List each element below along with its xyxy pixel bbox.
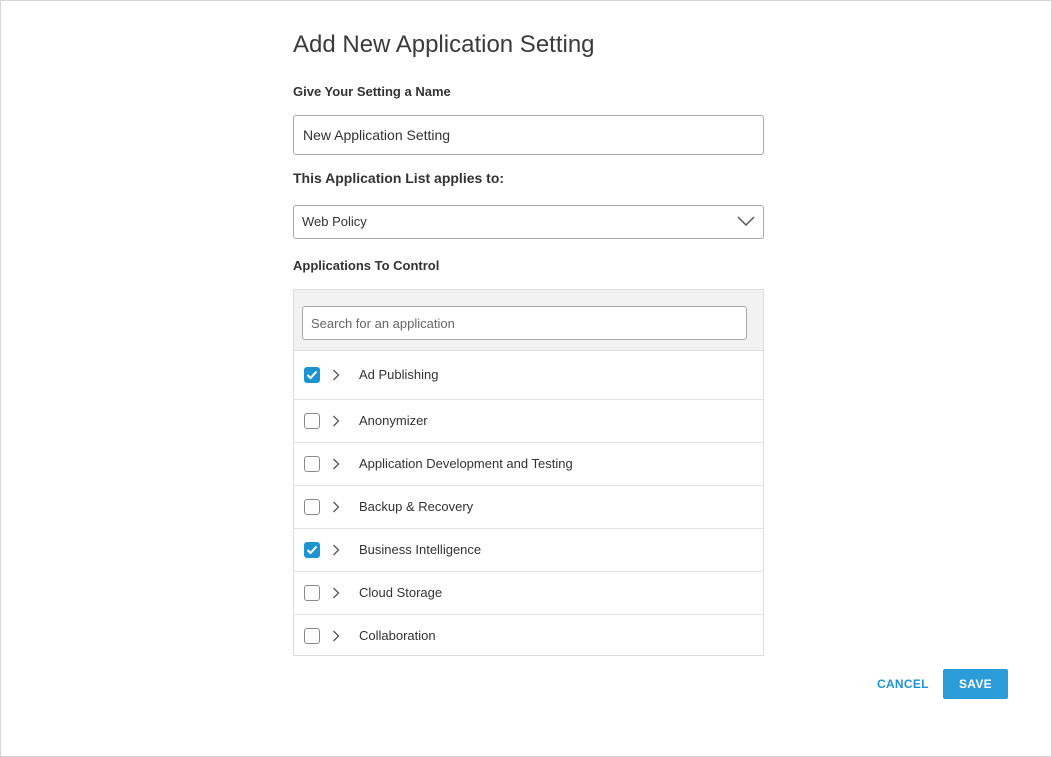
application-row[interactable]: Anonymizer	[294, 400, 763, 443]
application-checkbox[interactable]	[304, 456, 320, 472]
application-checkbox[interactable]	[304, 628, 320, 644]
application-label: Business Intelligence	[359, 542, 482, 557]
application-label: Cloud Storage	[359, 585, 443, 600]
applies-to-label: This Application List applies to:	[293, 170, 505, 186]
applies-to-value: Web Policy	[302, 214, 367, 229]
chevron-down-icon	[737, 216, 755, 227]
setting-name-input[interactable]	[293, 115, 764, 155]
chevron-right-icon[interactable]	[332, 587, 340, 599]
save-button[interactable]: SAVE	[943, 669, 1008, 699]
cancel-button[interactable]: CANCEL	[877, 677, 929, 691]
search-input[interactable]	[302, 306, 747, 340]
chevron-right-icon[interactable]	[332, 544, 340, 556]
chevron-right-icon[interactable]	[332, 630, 340, 642]
checkmark-icon	[306, 370, 318, 380]
application-label: Anonymizer	[359, 413, 428, 428]
dialog-content: Add New Application Setting Give Your Se…	[293, 29, 764, 656]
chevron-right-icon[interactable]	[332, 458, 340, 470]
application-label: Collaboration	[359, 628, 436, 643]
application-label: Ad Publishing	[359, 367, 439, 382]
applications-label: Applications To Control	[293, 258, 440, 273]
search-bar	[294, 290, 763, 351]
application-row[interactable]: Ad Publishing	[294, 351, 763, 400]
application-checkbox[interactable]	[304, 542, 320, 558]
application-row[interactable]: Business Intelligence	[294, 529, 763, 572]
applications-list: Ad Publishing Anonymizer Application Devel…	[293, 289, 764, 656]
application-label: Backup & Recovery	[359, 499, 474, 514]
application-row[interactable]: Collaboration	[294, 615, 763, 655]
application-checkbox[interactable]	[304, 499, 320, 515]
checkmark-icon	[306, 545, 318, 555]
application-row[interactable]: Backup & Recovery	[294, 486, 763, 529]
application-row[interactable]: Cloud Storage	[294, 572, 763, 615]
application-rows: Ad Publishing Anonymizer Application Devel…	[294, 351, 763, 655]
application-label: Application Development and Testing	[359, 456, 573, 471]
page-title: Add New Application Setting	[293, 31, 595, 58]
chevron-right-icon[interactable]	[332, 415, 340, 427]
application-row[interactable]: Application Development and Testing	[294, 443, 763, 486]
name-label: Give Your Setting a Name	[293, 84, 451, 99]
application-checkbox[interactable]	[304, 585, 320, 601]
application-checkbox[interactable]	[304, 367, 320, 383]
chevron-right-icon[interactable]	[332, 501, 340, 513]
dialog-window: Add New Application Setting Give Your Se…	[0, 0, 1052, 757]
applies-to-select[interactable]: Web Policy	[293, 205, 764, 239]
application-checkbox[interactable]	[304, 413, 320, 429]
chevron-right-icon[interactable]	[332, 369, 340, 381]
